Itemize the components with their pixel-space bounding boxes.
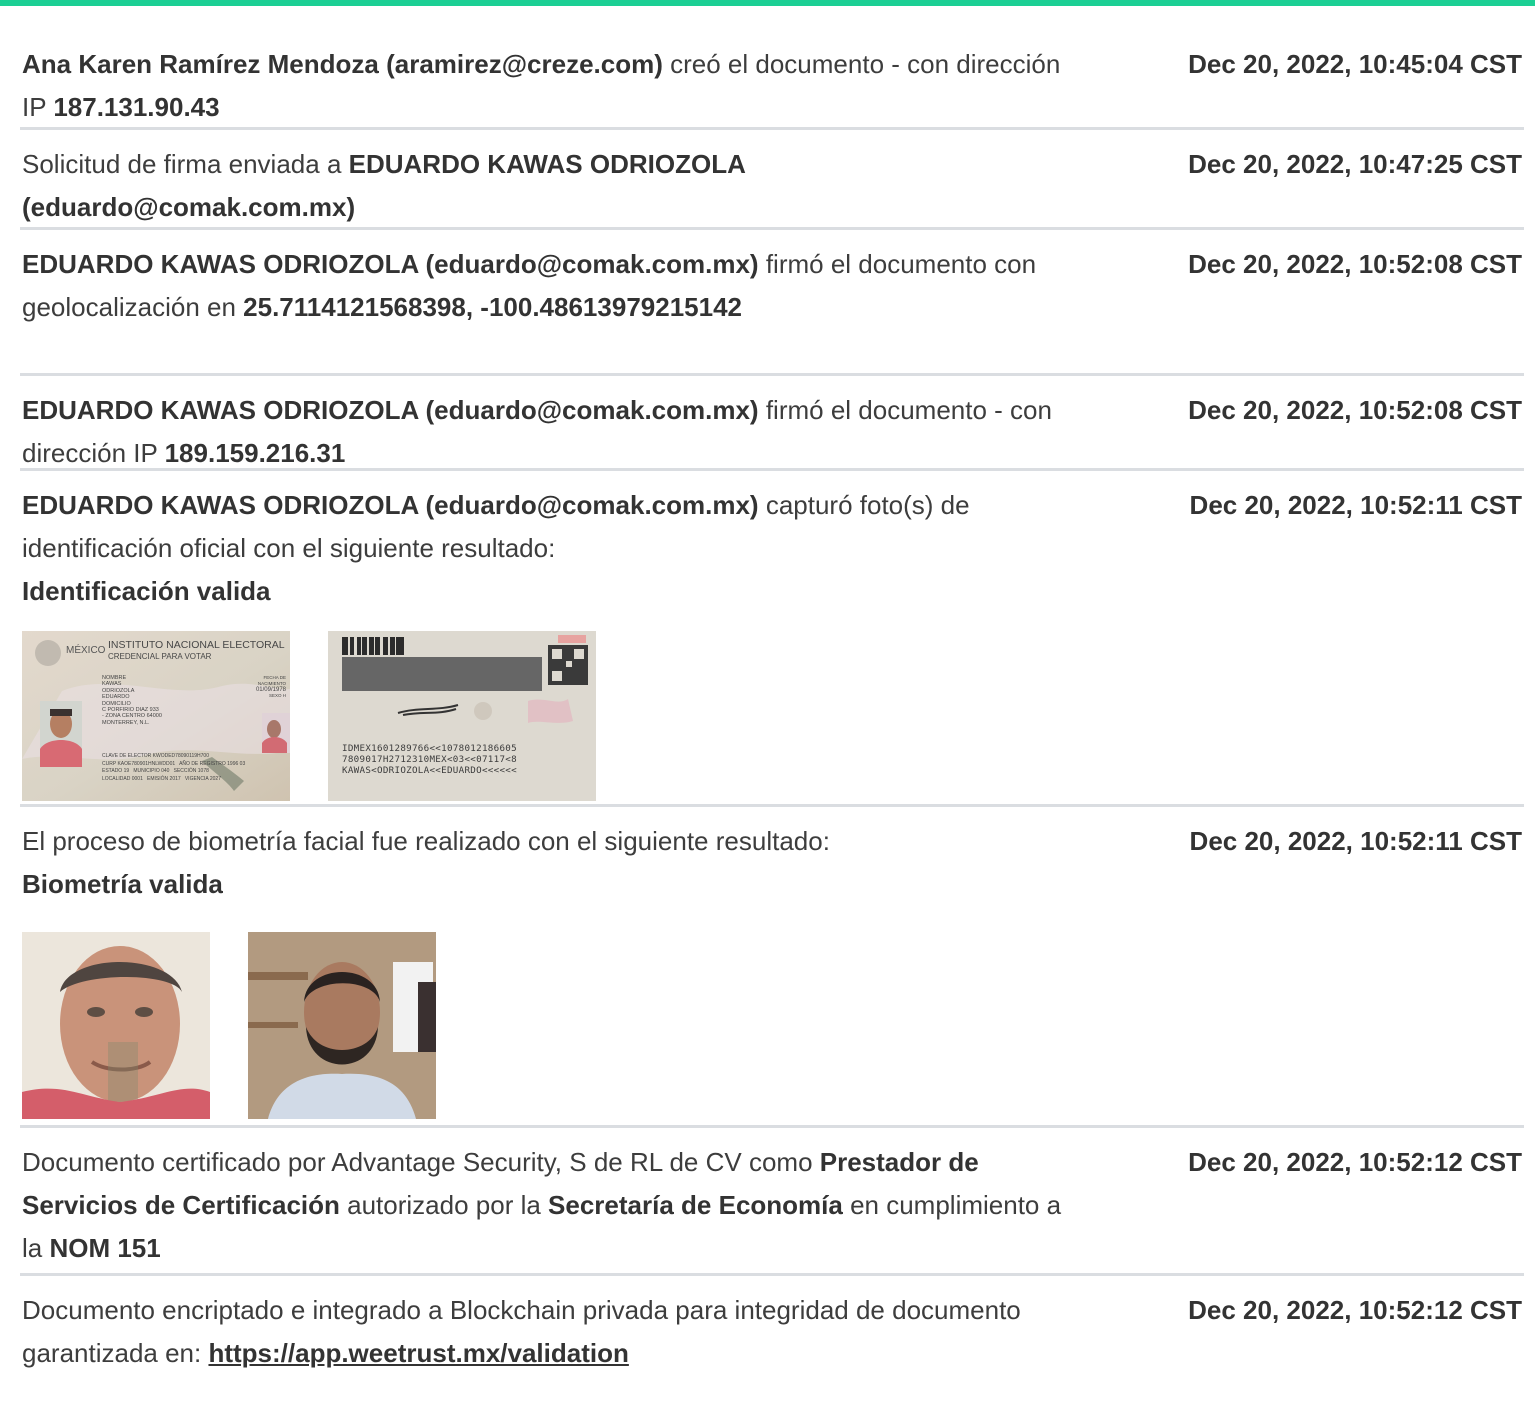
entry-description: EDUARDO KAWAS ODRIOZOLA (eduardo@comak.c… (22, 395, 1052, 468)
audit-entry: Documento certificado por Advantage Secu… (20, 1128, 1524, 1276)
audit-entry: EDUARDO KAWAS ODRIOZOLA (eduardo@comak.c… (20, 471, 1524, 807)
entry-description: Ana Karen Ramírez Mendoza (aramirez@crez… (22, 49, 1061, 122)
entry-description: EDUARDO KAWAS ODRIOZOLA (eduardo@comak.c… (22, 249, 1037, 322)
entry-description: Solicitud de firma enviada a EDUARDO KAW… (22, 149, 745, 222)
top-accent-bar (0, 0, 1535, 6)
entry-description: Documento encriptado e integrado a Block… (22, 1295, 1021, 1368)
id-front-image: MÉXICO INSTITUTO NACIONAL ELECTORAL CRED… (22, 631, 290, 801)
entry-timestamp: Dec 20, 2022, 10:47:25 CST (1188, 149, 1522, 179)
actor: EDUARDO KAWAS ODRIOZOLA (eduardo@comak.c… (22, 490, 759, 520)
audit-entry: Solicitud de firma enviada a EDUARDO KAW… (20, 130, 1524, 230)
actor: EDUARDO KAWAS ODRIOZOLA (eduardo@comak.c… (22, 249, 759, 279)
id-photos: MÉXICO INSTITUTO NACIONAL ELECTORAL CRED… (22, 631, 1067, 801)
ip-address: 189.159.216.31 (164, 438, 346, 468)
audit-entry: EDUARDO KAWAS ODRIOZOLA (eduardo@comak.c… (20, 230, 1524, 376)
entry-timestamp: Dec 20, 2022, 10:52:12 CST (1188, 1295, 1522, 1325)
actor: EDUARDO KAWAS ODRIOZOLA (eduardo@comak.c… (22, 395, 759, 425)
id-face-image (22, 932, 210, 1119)
ip-address: 187.131.90.43 (53, 92, 220, 122)
audit-entry: El proceso de biometría facial fue reali… (20, 807, 1524, 1128)
validation-link[interactable]: https://app.weetrust.mx/validation (208, 1338, 628, 1368)
audit-entry: Documento encriptado e integrado a Block… (20, 1276, 1524, 1376)
entry-description: El proceso de biometría facial fue reali… (22, 820, 1067, 1119)
id-result: Identificación valida (22, 576, 271, 606)
entry-description: EDUARDO KAWAS ODRIOZOLA (eduardo@comak.c… (22, 484, 1067, 801)
biometric-result: Biometría valida (22, 869, 223, 899)
selfie-image (248, 932, 436, 1119)
biometric-photos (22, 932, 1067, 1119)
entry-timestamp: Dec 20, 2022, 10:45:04 CST (1188, 49, 1522, 79)
entry-timestamp: Dec 20, 2022, 10:52:11 CST (1189, 490, 1522, 520)
id-back-image: IDMEX1601289766<<1078012186605 7809017H2… (328, 631, 596, 801)
actor: Ana Karen Ramírez Mendoza (aramirez@crez… (22, 49, 663, 79)
entry-timestamp: Dec 20, 2022, 10:52:12 CST (1188, 1147, 1522, 1177)
entry-timestamp: Dec 20, 2022, 10:52:08 CST (1188, 249, 1522, 279)
entry-timestamp: Dec 20, 2022, 10:52:11 CST (1189, 826, 1522, 856)
audit-entry: EDUARDO KAWAS ODRIOZOLA (eduardo@comak.c… (20, 376, 1524, 471)
entry-description: Documento certificado por Advantage Secu… (22, 1147, 1062, 1263)
geolocation: 25.7114121568398, -100.48613979215142 (243, 292, 742, 322)
audit-log: Ana Karen Ramírez Mendoza (aramirez@crez… (20, 30, 1524, 1376)
entry-timestamp: Dec 20, 2022, 10:52:08 CST (1188, 395, 1522, 425)
audit-entry: Ana Karen Ramírez Mendoza (aramirez@crez… (20, 30, 1524, 130)
